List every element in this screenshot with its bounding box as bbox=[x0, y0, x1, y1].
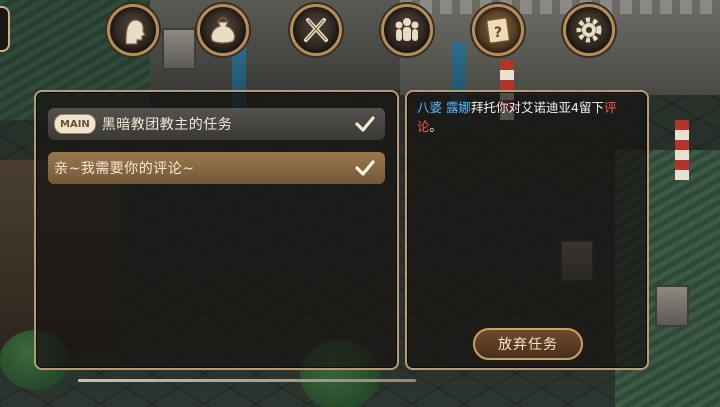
inventory-button[interactable] bbox=[197, 4, 249, 56]
head-profile-icon bbox=[125, 19, 146, 45]
checkmark-icon bbox=[355, 160, 375, 176]
quest-title: 黑暗教团教主的任务 bbox=[101, 117, 233, 133]
party-button[interactable] bbox=[381, 4, 433, 56]
party-icon bbox=[395, 18, 419, 41]
quest-title: 亲~我需要你的评论~ bbox=[54, 161, 195, 177]
quest-description: 八婆 露娜拜托你对艾诺迪亚4留下评论。 bbox=[417, 98, 641, 136]
svg-text:?: ? bbox=[494, 25, 502, 41]
main-quest-badge: MAIN bbox=[54, 114, 96, 134]
description-text: 拜托你对艾诺迪亚4留下 bbox=[471, 100, 604, 115]
abandon-quest-button[interactable]: 放弃任务 bbox=[473, 328, 583, 360]
quest-list-panel: MAIN 黑暗教团教主的任务 亲~我需要你的评论~ bbox=[34, 90, 399, 370]
quest-detail-panel: 八婆 露娜拜托你对艾诺迪亚4留下评论。 放弃任务 bbox=[405, 90, 649, 370]
npc-name-1: 八婆 bbox=[417, 100, 443, 115]
checkmark-icon bbox=[355, 116, 375, 132]
quest-scroll-icon: ? bbox=[486, 17, 510, 44]
settings-button[interactable] bbox=[563, 4, 615, 56]
skills-button[interactable] bbox=[290, 4, 342, 56]
top-menu-bar: ? bbox=[0, 0, 720, 62]
character-profile-button[interactable] bbox=[107, 4, 159, 56]
description-end: 。 bbox=[429, 119, 443, 134]
quest-list-item[interactable]: MAIN 黑暗教团教主的任务 bbox=[48, 108, 385, 140]
npc-name-2: 露娜 bbox=[446, 100, 472, 115]
bag-icon bbox=[210, 17, 236, 44]
quest-list-item-selected[interactable]: 亲~我需要你的评论~ bbox=[48, 152, 385, 184]
gear-icon bbox=[576, 17, 602, 43]
crossed-swords-icon bbox=[304, 18, 328, 42]
side-menu-tab[interactable] bbox=[0, 6, 10, 52]
scroll-indicator bbox=[78, 379, 416, 382]
quest-button[interactable]: ? bbox=[472, 4, 524, 56]
